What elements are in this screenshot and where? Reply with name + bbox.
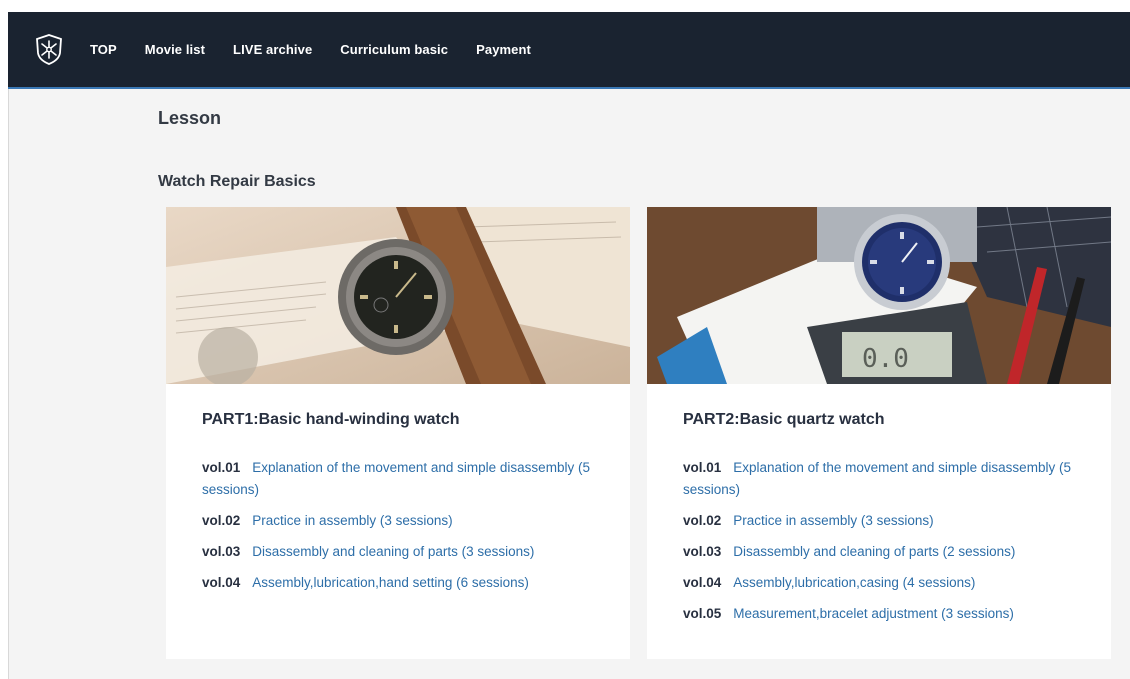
lesson-text[interactable]: Explanation of the movement and simple d… — [202, 460, 590, 497]
lesson-vol: vol.04 — [202, 575, 241, 590]
lesson-vol: vol.02 — [202, 513, 241, 528]
nav-curriculum-basic[interactable]: Curriculum basic — [340, 42, 448, 57]
quartz-watch-image: 0.0 — [647, 207, 1111, 384]
main-nav: TOP Movie list LIVE archive Curriculum b… — [90, 12, 559, 87]
card-title-part1: PART1:Basic hand-winding watch — [202, 411, 460, 428]
lesson-vol: vol.01 — [202, 460, 241, 475]
lesson-vol: vol.05 — [683, 606, 722, 621]
lesson-link[interactable]: vol.01 Explanation of the movement and si… — [683, 457, 1083, 501]
lesson-link[interactable]: vol.02 Practice in assembly (3 sessions) — [683, 510, 1083, 532]
lesson-text[interactable]: Measurement,bracelet adjustment (3 sessi… — [733, 606, 1014, 621]
course-card-part1: PART1:Basic hand-winding watch vol.01 Exp… — [166, 207, 630, 659]
lesson-link[interactable]: vol.04 Assembly,lubrication,casing (4 ses… — [683, 572, 1083, 594]
lesson-list-part2: vol.01 Explanation of the movement and si… — [683, 457, 1083, 634]
lesson-text[interactable]: Assembly,lubrication,hand setting (6 ses… — [252, 575, 529, 590]
lesson-link[interactable]: vol.03 Disassembly and cleaning of parts … — [202, 541, 602, 563]
window-top-strip — [0, 0, 1130, 12]
nav-movie-list[interactable]: Movie list — [145, 42, 205, 57]
course-card-part2: 0.0 PART2:Basic quartz watch vol.01 Expla… — [647, 207, 1111, 659]
lesson-vol: vol.03 — [202, 544, 241, 559]
lesson-vol: vol.04 — [683, 575, 722, 590]
lesson-text[interactable]: Explanation of the movement and simple d… — [683, 460, 1071, 497]
lesson-text[interactable]: Disassembly and cleaning of parts (2 ses… — [733, 544, 1015, 559]
nav-top[interactable]: TOP — [90, 42, 117, 57]
lesson-vol: vol.01 — [683, 460, 722, 475]
window-left-edge — [0, 12, 9, 679]
lesson-link[interactable]: vol.03 Disassembly and cleaning of parts … — [683, 541, 1083, 563]
lesson-link[interactable]: vol.02 Practice in assembly (3 sessions) — [202, 510, 602, 532]
lesson-list-part1: vol.01 Explanation of the movement and si… — [202, 457, 602, 603]
lesson-text[interactable]: Disassembly and cleaning of parts (3 ses… — [252, 544, 534, 559]
lesson-link[interactable]: vol.05 Measurement,bracelet adjustment (3… — [683, 603, 1083, 625]
nav-live-archive[interactable]: LIVE archive — [233, 42, 312, 57]
lesson-vol: vol.03 — [683, 544, 722, 559]
lesson-text[interactable]: Practice in assembly (3 sessions) — [252, 513, 452, 528]
card-title-part2: PART2:Basic quartz watch — [683, 411, 885, 428]
site-logo-icon[interactable] — [34, 33, 64, 65]
section-title: Watch Repair Basics — [158, 173, 316, 190]
hand-winding-watch-image — [166, 207, 630, 384]
page-title: Lesson — [158, 108, 222, 128]
lesson-vol: vol.02 — [683, 513, 722, 528]
nav-payment[interactable]: Payment — [476, 42, 531, 57]
top-navbar: TOP Movie list LIVE archive Curriculum b… — [8, 12, 1130, 89]
lesson-link[interactable]: vol.04 Assembly,lubrication,hand setting … — [202, 572, 602, 594]
lesson-link[interactable]: vol.01 Explanation of the movement and si… — [202, 457, 602, 501]
lesson-text[interactable]: Assembly,lubrication,casing (4 sessions) — [733, 575, 975, 590]
lesson-text[interactable]: Practice in assembly (3 sessions) — [733, 513, 933, 528]
